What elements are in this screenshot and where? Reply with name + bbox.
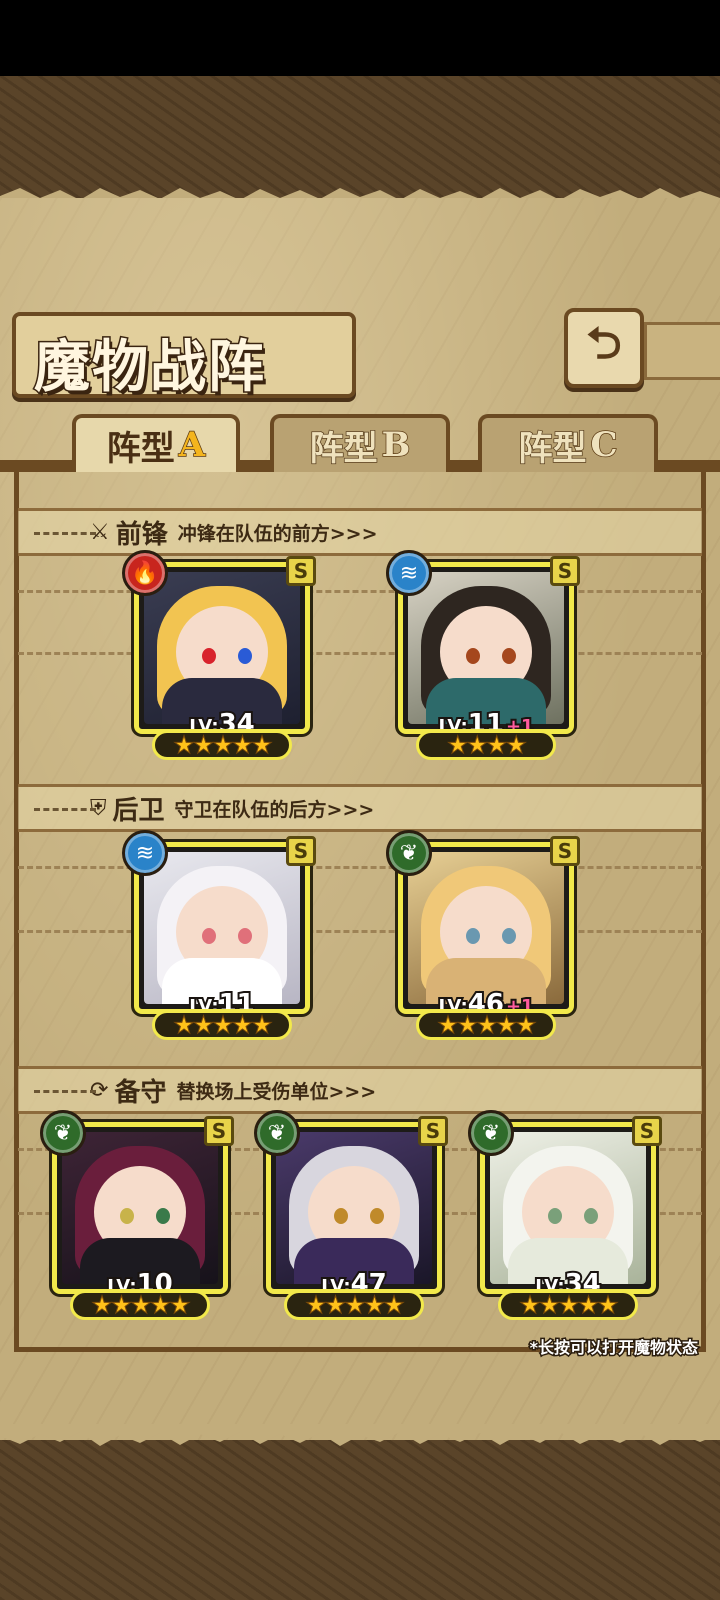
stars: ★★★★★ [173,1011,274,1039]
leaf-element-icon: ❦ [40,1110,86,1156]
section-description: 守卫在队伍的后方>>> [174,798,375,821]
rank-badge: S [286,836,316,866]
section-title: 备守 [114,1077,167,1108]
stars: ★★★★★ [437,1011,538,1039]
rank-badge: S [550,836,580,866]
portrait [276,1132,432,1284]
rank-badge: S [550,556,580,586]
portrait [408,572,564,724]
back-button-rail [644,322,720,380]
star-rating: ★★★★★ [70,1290,210,1320]
tab-letter: A [178,424,206,466]
star-rating: ★★★★★ [416,1010,556,1040]
star-rating: ★★★★★ [152,730,292,760]
torn-edge-bottom [0,1424,720,1446]
tab-formation-c[interactable]: 阵型 C [478,414,658,472]
tab-label: 阵型 [518,428,588,470]
stars: ★★★★ [446,731,527,759]
stars: ★★★★★ [173,731,274,759]
tab-letter: C [590,424,619,466]
rank-badge: S [632,1116,662,1146]
water-element-icon: ≋ [122,830,168,876]
star-rating: ★★★★★ [152,1010,292,1040]
unit-card-reserve-1[interactable]: LV:10 S ❦ ★★★★★ [40,1110,234,1320]
unit-card-vanguard-2[interactable]: LV:11 +1 S ≋ ★★★★ [386,550,580,760]
leaf-element-icon: ❦ [386,830,432,876]
map-background-top [0,76,720,198]
stars: ★★★★★ [91,1291,192,1319]
section-vanguard: ⚔ 前锋 冲锋在队伍的前方>>> [18,508,702,556]
page-title: 魔物战阵 [33,333,266,402]
portrait [144,852,300,1004]
status-bar [0,0,720,76]
star-rating: ★★★★ [416,730,556,760]
leaf-element-icon: ❦ [468,1110,514,1156]
portrait [144,572,300,724]
section-title: 后卫 [112,795,165,826]
portrait [62,1132,218,1284]
tab-formation-a[interactable]: 阵型 A [72,414,240,472]
rank-badge: S [418,1116,448,1146]
portrait [490,1132,646,1284]
section-description: 冲锋在队伍的前方>>> [177,522,378,545]
unit-card-rearguard-2[interactable]: LV:46 +1 S ❦ ★★★★★ [386,830,580,1040]
unit-card-rearguard-1[interactable]: LV:11 S ≋ ★★★★★ [122,830,316,1040]
unit-card-reserve-2[interactable]: LV:47 S ❦ ★★★★★ [254,1110,448,1320]
stars: ★★★★★ [519,1291,620,1319]
portrait [408,852,564,1004]
water-element-icon: ≋ [386,550,432,596]
section-rearguard: ⛨ 后卫 守卫在队伍的后方>>> [18,784,702,832]
unit-card-reserve-3[interactable]: LV:34 S ❦ ★★★★★ [468,1110,662,1320]
star-rating: ★★★★★ [284,1290,424,1320]
stars: ★★★★★ [305,1291,406,1319]
leaf-element-icon: ❦ [254,1110,300,1156]
tab-formation-b[interactable]: 阵型 B [270,414,450,472]
rank-badge: S [204,1116,234,1146]
section-reserve: ⟳ 备守 替换场上受伤单位>>> [18,1066,702,1114]
section-description: 替换场上受伤单位>>> [176,1080,377,1103]
section-title: 前锋 [115,519,168,550]
tab-label: 阵型 [309,428,379,470]
tab-label: 阵型 [106,428,175,469]
long-press-hint: *长按可以打开魔物状态 [528,1337,699,1359]
star-rating: ★★★★★ [498,1290,638,1320]
fire-element-icon: 🔥 [122,550,168,596]
rank-badge: S [286,556,316,586]
back-button[interactable]: ⮌ [564,308,644,388]
unit-card-vanguard-1[interactable]: LV:34 S 🔥 ★★★★★ [122,550,316,760]
return-arrow-icon: ⮌ [586,317,622,369]
tab-letter: B [381,424,411,466]
map-background-bottom [0,1440,720,1600]
